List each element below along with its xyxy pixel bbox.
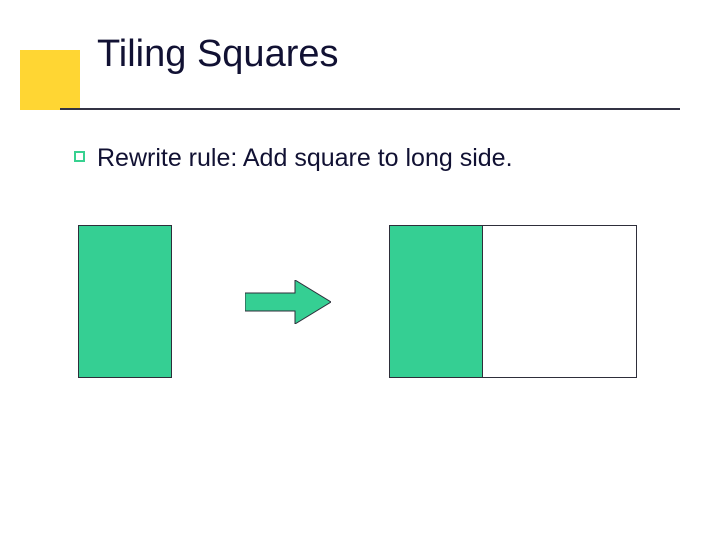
slide-body-text: Rewrite rule: Add square to long side. bbox=[97, 144, 513, 173]
right-arrow-icon bbox=[245, 280, 331, 329]
diagram-output-added-square bbox=[482, 225, 637, 378]
diagram-output-rectangle bbox=[389, 225, 483, 378]
diagram-input-rectangle bbox=[78, 225, 172, 378]
title-underline bbox=[60, 108, 680, 110]
title-accent-block bbox=[20, 50, 80, 110]
slide-title: Tiling Squares bbox=[97, 33, 339, 76]
diagram-output-group bbox=[389, 225, 637, 378]
bullet-square-icon bbox=[74, 151, 85, 162]
